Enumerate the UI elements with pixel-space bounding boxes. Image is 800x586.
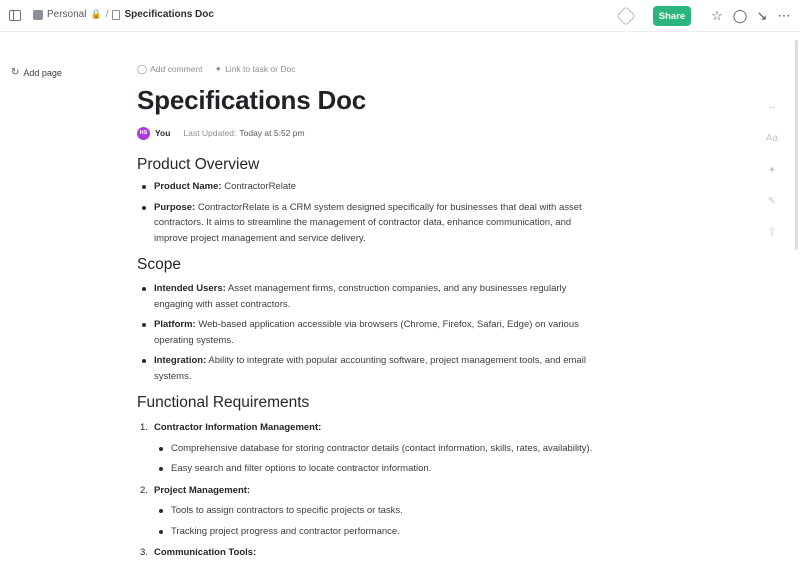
comment-icon[interactable]: ◯ (732, 8, 748, 24)
top-bar: Personal 🔒 / Specifications Doc Share ☆ … (0, 0, 800, 32)
list-item[interactable]: Purpose: ContractorRelate is a CRM syste… (137, 200, 597, 247)
last-updated-label: Last Updated: (183, 128, 237, 138)
collapse-icon[interactable]: ↘ (754, 8, 770, 24)
last-updated-value: Today at 5:52 pm (239, 128, 305, 138)
item-label: Purpose: (154, 201, 196, 213)
link-icon: ✦ (214, 63, 223, 74)
add-comment-label: Add comment (150, 63, 203, 74)
section-heading-scope[interactable]: Scope (137, 254, 597, 276)
sub-list: Comprehensive database for storing contr… (154, 441, 597, 477)
breadcrumb-personal[interactable]: Personal (47, 9, 86, 20)
sub-list-item[interactable]: Tools to assign contractors to specific … (154, 503, 597, 519)
add-page-button[interactable]: ↻ Add page (11, 67, 62, 78)
breadcrumb-separator: / (105, 9, 109, 20)
item-label: Project Management: (154, 484, 251, 496)
doc-meta: HS You Last Updated: Today at 5:52 pm (137, 126, 597, 140)
functional-requirements-list: 1. Contractor Information Management: Co… (137, 420, 597, 561)
list-item[interactable]: Integration: Ability to integrate with p… (137, 353, 597, 384)
link-task-label: Link to task or Doc (225, 63, 296, 74)
numbered-item[interactable]: 1. Contractor Information Management: Co… (137, 420, 597, 477)
section-heading-functional-requirements[interactable]: Functional Requirements (137, 392, 597, 414)
doc-actions: ◯ Add comment ✦ Link to task or Doc (137, 62, 597, 76)
export-icon[interactable]: ⇧ (765, 225, 779, 239)
scope-list: Intended Users: Asset management firms, … (137, 281, 597, 384)
product-overview-list: Product Name: ContractorRelate Purpose: … (137, 179, 597, 246)
sidebar-toggle-icon[interactable] (9, 10, 21, 21)
item-text: Ability to integrate with popular accoun… (154, 355, 586, 382)
author-name: You (155, 128, 171, 138)
typography-icon[interactable]: Aa (765, 131, 779, 145)
more-options-icon[interactable]: ⋯ (776, 8, 792, 24)
ai-icon[interactable]: ✦ (765, 163, 779, 177)
avatar[interactable]: HS (137, 126, 150, 140)
document-body: ◯ Add comment ✦ Link to task or Doc Specif… (137, 62, 597, 561)
numbered-item[interactable]: 3. Communication Tools: (137, 545, 597, 561)
add-page-label: Add page (23, 67, 62, 78)
item-label: Platform: (154, 319, 196, 330)
item-text: ContractorRelate (221, 181, 297, 192)
sub-list-item[interactable]: Easy search and filter options to locate… (154, 461, 597, 477)
section-heading-product-overview[interactable]: Product Overview (137, 154, 597, 176)
numbered-item[interactable]: 2. Project Management: Tools to assign c… (137, 483, 597, 540)
scrollbar[interactable] (795, 40, 798, 250)
page-width-icon[interactable]: ↔ (765, 99, 779, 113)
item-number: 2. (140, 484, 148, 496)
list-item[interactable]: Platform: Web-based application accessib… (137, 317, 597, 348)
document-icon (112, 9, 121, 20)
item-label: Product Name: (154, 181, 222, 192)
breadcrumb-current-doc[interactable]: Specifications Doc (124, 9, 213, 20)
add-page-icon: ↻ (11, 67, 20, 78)
space-icon (33, 9, 43, 20)
sub-list-item[interactable]: Comprehensive database for storing contr… (154, 441, 597, 457)
share-button[interactable]: Share (653, 6, 691, 26)
list-item[interactable]: Product Name: ContractorRelate (137, 179, 597, 195)
link-task-button[interactable]: ✦ Link to task or Doc (215, 64, 296, 75)
item-label: Intended Users: (154, 283, 226, 294)
page-title[interactable]: Specifications Doc (137, 83, 597, 117)
comment-icon: ◯ (137, 63, 148, 74)
lock-icon: 🔒 (90, 9, 102, 19)
sub-list-item[interactable]: Tracking project progress and contractor… (154, 524, 597, 540)
list-item[interactable]: Intended Users: Asset management firms, … (137, 281, 597, 312)
item-label: Contractor Information Management: (154, 422, 322, 433)
item-text: Web-based application accessible via bro… (154, 319, 579, 346)
item-label: Integration: (154, 355, 207, 366)
tag-icon[interactable] (616, 6, 636, 26)
add-comment-button[interactable]: ◯ Add comment (137, 64, 203, 75)
item-number: 3. (140, 547, 148, 558)
sub-list: Tools to assign contractors to specific … (154, 503, 597, 539)
star-icon[interactable]: ☆ (709, 8, 725, 24)
edit-icon[interactable]: ✎ (765, 194, 779, 208)
item-label: Communication Tools: (154, 547, 257, 558)
item-number: 1. (140, 422, 148, 433)
item-text: ContractorRelate is a CRM system designe… (154, 201, 582, 244)
breadcrumb: Personal 🔒 / Specifications Doc (33, 9, 214, 20)
